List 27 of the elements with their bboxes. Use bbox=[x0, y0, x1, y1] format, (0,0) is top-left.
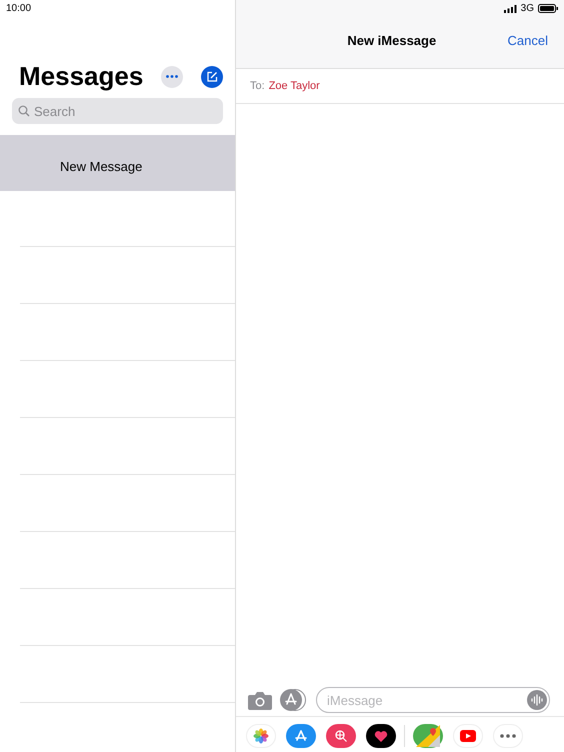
conversation-item[interactable]: New Message bbox=[0, 135, 235, 191]
message-field[interactable]: iMessage bbox=[316, 687, 550, 713]
page-title: Messages bbox=[19, 61, 144, 92]
compose-icon bbox=[206, 70, 218, 82]
search-icon bbox=[18, 105, 30, 117]
compose-button[interactable] bbox=[201, 66, 223, 88]
more-button[interactable] bbox=[161, 66, 183, 88]
status-time: 10:00 bbox=[6, 3, 32, 14]
more-icon bbox=[166, 75, 178, 78]
more-icon[interactable] bbox=[493, 724, 523, 748]
heart-icon[interactable] bbox=[366, 724, 396, 748]
battery-icon bbox=[538, 4, 558, 13]
network-label: 3G bbox=[520, 3, 534, 14]
app-store-icon[interactable] bbox=[280, 689, 306, 711]
camera-icon[interactable] bbox=[248, 690, 272, 710]
to-label: To: bbox=[250, 80, 265, 92]
screen-title: New iMessage bbox=[346, 32, 438, 48]
globe-search-icon[interactable] bbox=[326, 724, 356, 748]
app-store-icon[interactable] bbox=[286, 724, 316, 748]
search-field[interactable]: Search bbox=[12, 98, 223, 124]
map-pin-icon[interactable] bbox=[413, 724, 443, 748]
cancel-button[interactable]: Cancel bbox=[508, 32, 564, 48]
recipient-name[interactable]: Zoe Taylor bbox=[268, 80, 320, 92]
signal-icon bbox=[504, 4, 517, 12]
audio-wave-icon[interactable] bbox=[527, 690, 547, 710]
play-icon[interactable] bbox=[453, 724, 483, 748]
photos-icon[interactable] bbox=[246, 724, 276, 748]
